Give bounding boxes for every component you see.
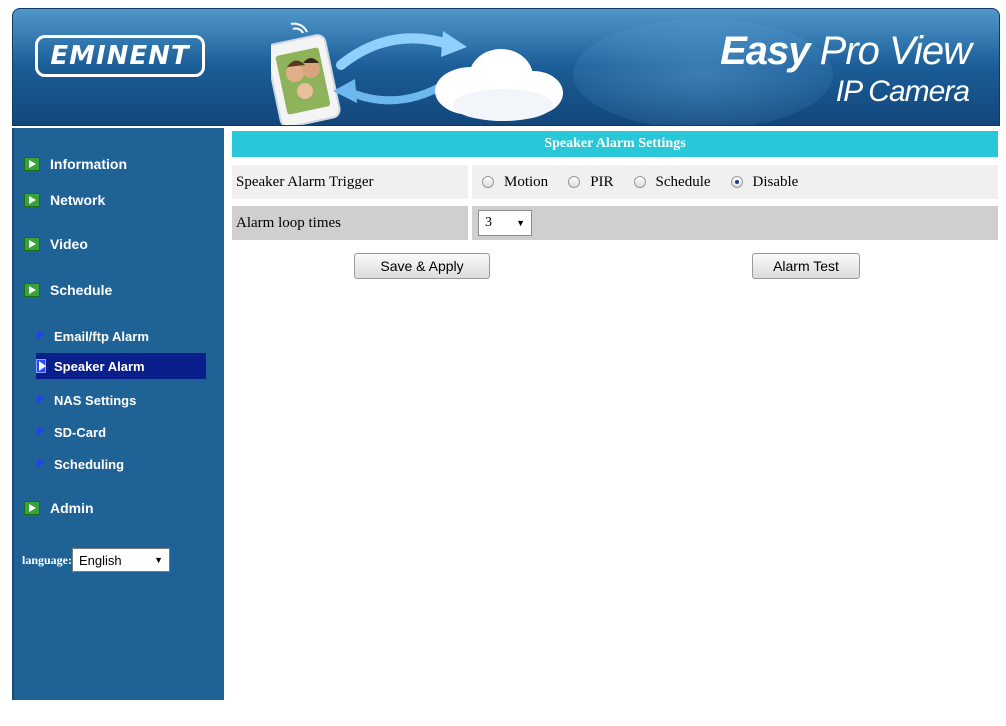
loop-label: Alarm loop times [232, 206, 468, 240]
loop-times-select[interactable]: 3 ▼ [478, 210, 532, 236]
nav-sub-label: Scheduling [54, 456, 125, 472]
nav-admin[interactable]: Admin [24, 500, 94, 516]
eminent-logo: EMINENT [35, 35, 205, 77]
chevron-down-icon: ▼ [154, 555, 164, 565]
green-arrow-icon [24, 283, 40, 297]
radio-button-icon [482, 176, 494, 188]
alarm-test-button[interactable]: Alarm Test [752, 253, 860, 279]
radio-disable[interactable]: Disable [730, 173, 799, 191]
language-label: language: [22, 552, 73, 567]
product-title-rest: Pro View [819, 29, 972, 73]
blue-arrow-icon [36, 329, 46, 343]
nav-sub-speaker-alarm[interactable]: Speaker Alarm [36, 353, 206, 379]
phone-cloud-illustration [271, 22, 563, 125]
language-select[interactable]: English ▼ [72, 548, 171, 572]
header-banner: EMINENT Easy Pro View IP Camera [12, 8, 1000, 126]
loop-row: Alarm loop times 3 ▼ [232, 206, 998, 240]
radio-motion[interactable]: Motion [482, 174, 548, 191]
nav-sub-label: Speaker Alarm [54, 358, 145, 374]
nav-label: Network [50, 192, 106, 208]
nav-label: Schedule [50, 282, 113, 298]
save-apply-button[interactable]: Save & Apply [354, 253, 490, 279]
radio-label: Motion [504, 173, 549, 190]
product-subtitle: IP Camera [835, 75, 970, 108]
nav-sub-label: Email/ftp Alarm [54, 328, 149, 344]
nav-network[interactable]: Network [24, 192, 105, 208]
nav-label: Video [50, 236, 88, 252]
product-title: Easy Pro View [720, 29, 972, 74]
nav-label: Admin [50, 500, 94, 516]
trigger-row: Speaker Alarm Trigger Motion PIR Schedul… [232, 165, 998, 199]
nav-information[interactable]: Information [24, 156, 127, 172]
sidebar: Information Network Video Schedule Email… [12, 128, 224, 700]
blue-arrow-icon [36, 359, 46, 373]
nav-sub-email-ftp-alarm[interactable]: Email/ftp Alarm [36, 323, 206, 349]
radio-label: Disable [752, 173, 799, 190]
green-arrow-icon [24, 501, 40, 515]
trigger-options: Motion PIR Schedule Disable [472, 165, 998, 199]
nav-sub-label: NAS Settings [54, 392, 137, 408]
radio-button-icon [633, 176, 646, 188]
radio-label: PIR [590, 173, 614, 190]
green-arrow-icon [24, 193, 40, 207]
green-arrow-icon [24, 157, 40, 171]
nav-video[interactable]: Video [24, 236, 88, 252]
radio-label: Schedule [655, 173, 711, 190]
loop-value-cell: 3 ▼ [472, 206, 998, 240]
radio-button-checked-icon [730, 176, 743, 188]
language-row: language: English ▼ [22, 548, 171, 572]
logo-text: EMINENT [50, 41, 190, 71]
nav-sub-scheduling[interactable]: Scheduling [36, 451, 206, 477]
blue-arrow-icon [36, 393, 46, 407]
product-title-bold: Easy [720, 29, 810, 73]
nav-sub-nas-settings[interactable]: NAS Settings [36, 387, 206, 413]
section-title: Speaker Alarm Settings [232, 131, 998, 157]
loop-times-value: 3 [485, 215, 492, 230]
radio-schedule[interactable]: Schedule [633, 173, 711, 191]
blue-arrow-icon [36, 457, 46, 471]
radio-pir[interactable]: PIR [568, 173, 614, 191]
nav-sub-sd-card[interactable]: SD-Card [36, 419, 206, 445]
radio-button-icon [568, 176, 581, 188]
nav-label: Information [50, 156, 127, 172]
green-arrow-icon [24, 237, 40, 251]
nav-schedule[interactable]: Schedule [24, 282, 112, 298]
blue-arrow-icon [36, 425, 46, 439]
chevron-down-icon: ▼ [516, 218, 525, 228]
language-value: English [79, 552, 122, 568]
trigger-label: Speaker Alarm Trigger [232, 165, 468, 199]
nav-sub-label: SD-Card [54, 424, 107, 440]
